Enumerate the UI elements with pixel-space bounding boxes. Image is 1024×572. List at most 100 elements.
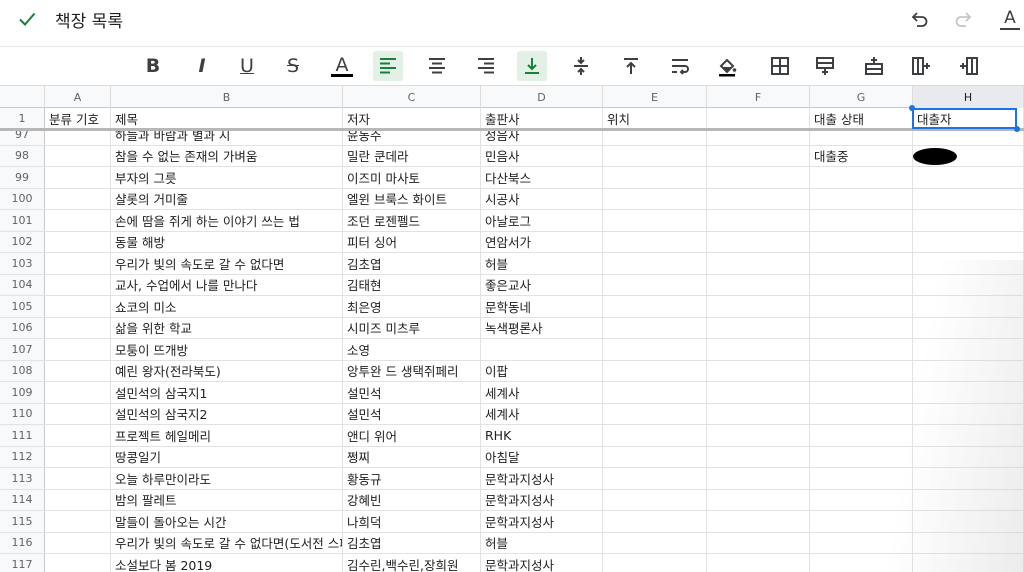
cell-loan-status[interactable] <box>810 532 913 553</box>
cell-classification[interactable] <box>45 511 111 532</box>
cell-classification[interactable] <box>45 274 111 295</box>
row-number[interactable]: 107 <box>0 339 45 360</box>
cell-f[interactable] <box>707 296 810 317</box>
cell-f[interactable] <box>707 382 810 403</box>
row-number[interactable]: 99 <box>0 167 45 188</box>
cell-classification[interactable] <box>45 231 111 252</box>
align-left-button[interactable] <box>373 51 403 81</box>
cell-publisher[interactable]: 시공사 <box>481 188 603 209</box>
cell-publisher[interactable]: 허블 <box>481 532 603 553</box>
cell-borrower[interactable] <box>913 511 1024 532</box>
column-header-d[interactable]: D <box>481 86 603 108</box>
cell-location[interactable] <box>603 554 707 572</box>
column-header-g[interactable]: G <box>810 86 913 108</box>
cell-classification[interactable] <box>45 382 111 403</box>
cell-title[interactable]: 참을 수 없는 존재의 가벼움 <box>111 145 343 166</box>
cell-classification[interactable] <box>45 403 111 424</box>
cell-f[interactable] <box>707 253 810 274</box>
cell-location[interactable] <box>603 511 707 532</box>
cell-author[interactable]: 김초엽 <box>343 253 481 274</box>
cell-loan-status[interactable]: 대출중 <box>810 145 913 166</box>
cell-author[interactable]: 황동규 <box>343 468 481 489</box>
row-number[interactable]: 105 <box>0 296 45 317</box>
cell-publisher[interactable]: 민음사 <box>481 145 603 166</box>
cell-author[interactable]: 조던 로젠펠드 <box>343 210 481 231</box>
cell-classification[interactable] <box>45 253 111 274</box>
cell-borrower[interactable] <box>913 210 1024 231</box>
cell-f[interactable] <box>707 231 810 252</box>
cell-location[interactable] <box>603 188 707 209</box>
cell-f[interactable] <box>707 532 810 553</box>
cell-title[interactable]: 삶을 위한 학교 <box>111 317 343 338</box>
document-title[interactable]: 책장 목록 <box>55 7 123 32</box>
selection-handle-bottom[interactable] <box>1014 126 1020 132</box>
cell-loan-status[interactable] <box>810 274 913 295</box>
cell-author[interactable]: 앙투완 드 생택쥐페리 <box>343 360 481 381</box>
cell-loan-status[interactable] <box>810 511 913 532</box>
cell-loan-status[interactable] <box>810 468 913 489</box>
cell-author[interactable]: 앤디 위어 <box>343 425 481 446</box>
cell-location[interactable] <box>603 167 707 188</box>
cell-borrower[interactable] <box>913 403 1024 424</box>
cell-loan-status[interactable] <box>810 403 913 424</box>
cell-borrower[interactable] <box>913 382 1024 403</box>
row-number[interactable]: 98 <box>0 145 45 166</box>
cell-loan-status[interactable] <box>810 339 913 360</box>
cell-classification[interactable] <box>45 554 111 572</box>
cell-f[interactable] <box>707 468 810 489</box>
cell-loan-status[interactable] <box>810 210 913 231</box>
valign-bottom-button[interactable] <box>517 51 547 81</box>
strikethrough-button[interactable]: S <box>278 51 308 81</box>
row-number[interactable]: 104 <box>0 274 45 295</box>
cell-f[interactable] <box>707 167 810 188</box>
cell-borrower[interactable] <box>913 339 1024 360</box>
text-wrap-button[interactable] <box>665 51 695 81</box>
cell-title[interactable]: 땅콩일기 <box>111 446 343 467</box>
cell-publisher[interactable]: 문학과지성사 <box>481 489 603 510</box>
cell-classification[interactable] <box>45 210 111 231</box>
cell-publisher[interactable]: 문학과지성사 <box>481 468 603 489</box>
cell-publisher[interactable]: 좋은교사 <box>481 274 603 295</box>
cell-title[interactable]: 쇼코의 미소 <box>111 296 343 317</box>
cell-publisher[interactable]: 이팝 <box>481 360 603 381</box>
row-number[interactable]: 102 <box>0 231 45 252</box>
cell-borrower[interactable] <box>913 532 1024 553</box>
cell-publisher[interactable]: 허블 <box>481 253 603 274</box>
column-header-e[interactable]: E <box>603 86 707 108</box>
cell-author[interactable]: 엘윈 브룩스 화이트 <box>343 188 481 209</box>
cell-author[interactable]: 최은영 <box>343 296 481 317</box>
cell-borrower[interactable] <box>913 231 1024 252</box>
row-number[interactable]: 108 <box>0 360 45 381</box>
cell-location[interactable] <box>603 403 707 424</box>
cell-title[interactable]: 오늘 하루만이라도 <box>111 468 343 489</box>
cell-f[interactable] <box>707 210 810 231</box>
insert-row-below-button[interactable] <box>859 51 889 81</box>
cell-publisher[interactable]: 세계사 <box>481 382 603 403</box>
column-header-c[interactable]: C <box>343 86 481 108</box>
fill-color-button[interactable] <box>712 51 742 81</box>
cell-author[interactable]: 김수린,백수린,장희원 <box>343 554 481 572</box>
cell-f[interactable] <box>707 511 810 532</box>
row-number[interactable]: 111 <box>0 425 45 446</box>
cell-title[interactable]: 모퉁이 뜨개방 <box>111 339 343 360</box>
cell-location[interactable] <box>603 468 707 489</box>
align-right-button[interactable] <box>471 51 501 81</box>
cell-location[interactable] <box>603 360 707 381</box>
cell-loan-status[interactable] <box>810 489 913 510</box>
valign-top-button[interactable] <box>616 51 646 81</box>
borders-button[interactable] <box>765 51 795 81</box>
column-header-a[interactable]: A <box>45 86 111 108</box>
cell-publisher[interactable]: 아날로그 <box>481 210 603 231</box>
align-center-button[interactable] <box>422 51 452 81</box>
cell-author[interactable]: 김초엽 <box>343 532 481 553</box>
column-header-h[interactable]: H <box>913 86 1024 108</box>
cell-loan-status[interactable] <box>810 317 913 338</box>
cell-location[interactable] <box>603 145 707 166</box>
row-number[interactable]: 112 <box>0 446 45 467</box>
cell-classification[interactable] <box>45 317 111 338</box>
cell-publisher[interactable]: 다산북스 <box>481 167 603 188</box>
cell-borrower[interactable] <box>913 446 1024 467</box>
cell-borrower[interactable] <box>913 274 1024 295</box>
column-header-f[interactable]: F <box>707 86 810 108</box>
cell-classification[interactable] <box>45 167 111 188</box>
